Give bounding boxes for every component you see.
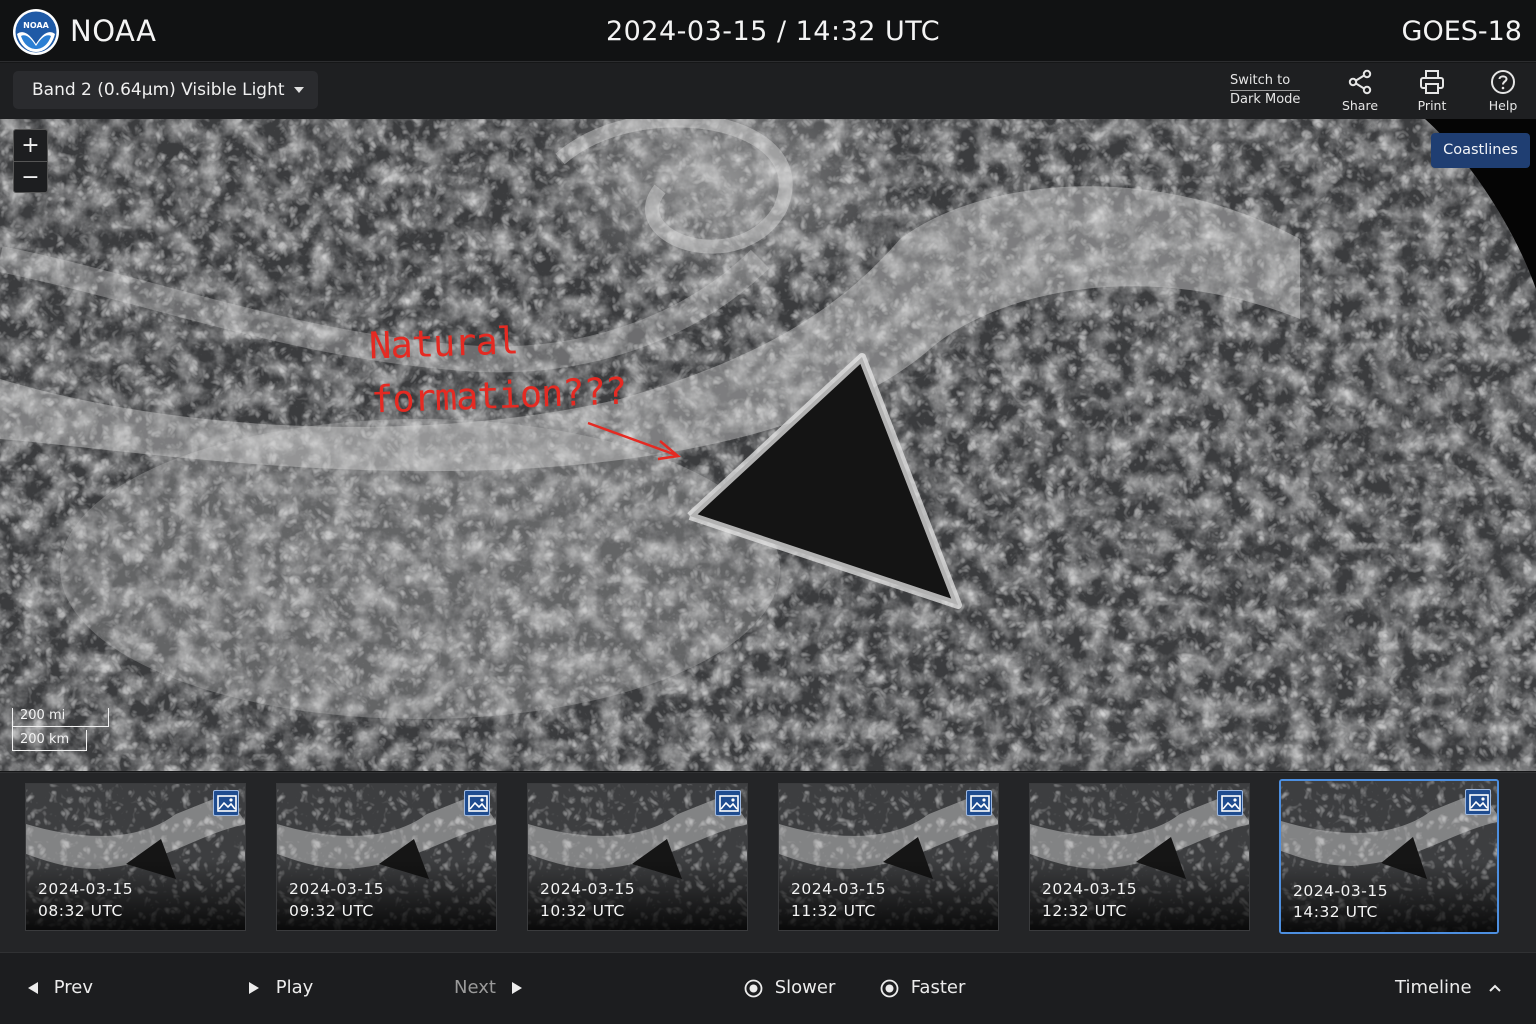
dark-mode-line1: Switch to: [1230, 73, 1291, 88]
scale-tick-left: [12, 708, 13, 750]
caret-down-icon: [294, 87, 304, 93]
faster-button[interactable]: Faster: [880, 977, 965, 998]
current-datetime: 2024-03-15 / 14:32 UTC: [605, 16, 941, 47]
image-icon: [966, 790, 992, 816]
slower-button[interactable]: Slower: [744, 977, 835, 998]
thumbnail-date: 2024-03-15: [289, 880, 385, 898]
top-header: NOAA NOAA 2024-03-15 / 14:32 UTC GOES-18: [0, 0, 1536, 62]
satellite-map[interactable]: + − Coastlines Natural formation??? 200 …: [0, 119, 1536, 771]
thumbnail-time: 11:32 UTC: [791, 902, 876, 920]
radio-icon: [880, 979, 899, 997]
scale-line-km: [12, 750, 87, 751]
timeline-strip: 2024-03-15 08:32 UTC 2024-03-15 09:32 UT…: [0, 772, 1536, 952]
timeline-toggle[interactable]: Timeline: [1395, 977, 1503, 998]
slower-label: Slower: [774, 977, 836, 998]
thumbnail-time: 12:32 UTC: [1042, 902, 1127, 920]
print-button[interactable]: Print: [1402, 69, 1462, 115]
thumbnail-date: 2024-03-15: [1042, 880, 1138, 898]
satellite-name: GOES-18: [1401, 16, 1522, 47]
help-icon: [1491, 70, 1515, 94]
zoom-out-button[interactable]: −: [14, 161, 47, 192]
playback-controls: Prev Play Next Slower Faster Timeline: [0, 952, 1536, 1024]
image-icon: [213, 790, 239, 816]
scale-bar: 200 mi 200 km: [12, 706, 112, 752]
dark-mode-line2: Dark Mode: [1230, 90, 1301, 107]
thumbnail-time: 09:32 UTC: [289, 902, 374, 920]
timeline-thumbnail-active[interactable]: 2024-03-15 14:32 UTC: [1279, 779, 1499, 934]
thumbnail-date: 2024-03-15: [38, 880, 134, 898]
image-icon: [715, 790, 741, 816]
scale-line-miles: [12, 726, 109, 727]
print-label: Print: [1417, 98, 1447, 113]
timeline-label: Timeline: [1395, 977, 1472, 998]
timeline-thumbnail[interactable]: 2024-03-15 10:32 UTC: [527, 783, 748, 931]
annotation-arrow-icon: [587, 421, 681, 461]
prev-button[interactable]: Prev: [26, 977, 93, 998]
thumbnail-time: 08:32 UTC: [38, 902, 123, 920]
printer-icon: [1420, 70, 1444, 94]
help-label: Help: [1488, 98, 1518, 113]
timeline-thumbnail[interactable]: 2024-03-15 09:32 UTC: [276, 783, 497, 931]
chevron-up-icon: [1489, 984, 1501, 992]
coastlines-toggle[interactable]: Coastlines: [1431, 133, 1530, 168]
prev-label: Prev: [53, 977, 94, 998]
thumbnail-time: 14:32 UTC: [1293, 903, 1378, 921]
thumbnail-date: 2024-03-15: [791, 880, 887, 898]
scale-miles: 200 mi: [20, 708, 66, 723]
scale-tick-miles: [108, 708, 109, 726]
scale-km: 200 km: [20, 732, 70, 747]
band-select-dropdown[interactable]: Band 2 (0.64μm) Visible Light: [13, 71, 318, 109]
image-icon: [1217, 790, 1243, 816]
play-label: Play: [275, 977, 314, 998]
help-button[interactable]: Help: [1473, 69, 1533, 115]
play-button[interactable]: Play: [247, 977, 313, 998]
share-icon: [1348, 69, 1372, 95]
thumbnail-date: 2024-03-15: [1293, 882, 1389, 900]
zoom-control: + −: [13, 129, 48, 193]
band-selected-label: Band 2 (0.64μm) Visible Light: [32, 80, 285, 100]
thumbnail-date: 2024-03-15: [540, 880, 636, 898]
share-label: Share: [1341, 98, 1379, 113]
scale-tick-km: [86, 730, 87, 750]
zoom-in-button[interactable]: +: [14, 130, 47, 161]
toolbar: Band 2 (0.64μm) Visible Light Switch to …: [0, 63, 1536, 119]
thumbnail-time: 10:32 UTC: [540, 902, 625, 920]
triangle-right-icon: [511, 982, 522, 994]
triangle-left-icon: [28, 982, 38, 994]
timeline-thumbnail[interactable]: 2024-03-15 12:32 UTC: [1029, 783, 1250, 931]
faster-label: Faster: [910, 977, 966, 998]
share-button[interactable]: Share: [1330, 69, 1390, 115]
next-label: Next: [454, 977, 496, 998]
satellite-image: [0, 119, 1536, 771]
image-icon: [464, 790, 490, 816]
play-icon: [249, 982, 259, 994]
next-button[interactable]: Next: [454, 977, 524, 998]
timeline-thumbnail[interactable]: 2024-03-15 11:32 UTC: [778, 783, 999, 931]
dark-mode-toggle[interactable]: Switch to Dark Mode: [1230, 72, 1301, 109]
image-icon: [1465, 789, 1491, 815]
radio-icon: [744, 979, 763, 997]
timeline-thumbnail[interactable]: 2024-03-15 08:32 UTC: [25, 783, 246, 931]
annotation-line1: Natural: [368, 319, 519, 368]
